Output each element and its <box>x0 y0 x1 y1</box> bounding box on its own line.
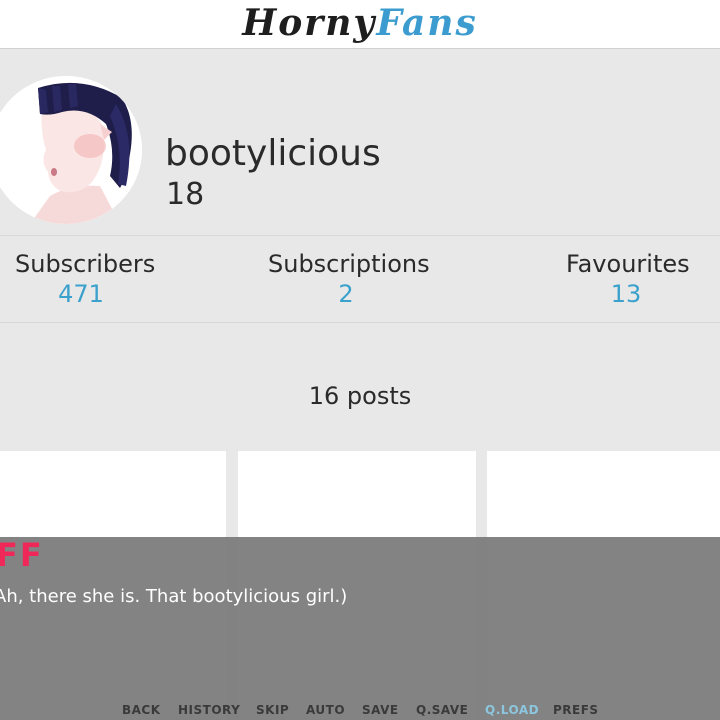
quick-menu-save[interactable]: SAVE <box>362 703 399 717</box>
stat-subscribers[interactable]: Subscribers 471 <box>15 250 156 308</box>
quick-menu-skip[interactable]: SKIP <box>256 703 289 717</box>
logo-part-2: Fans <box>376 2 478 44</box>
quick-menu-history[interactable]: HISTORY <box>178 703 240 717</box>
app-header: HornyFans <box>0 0 720 49</box>
profile-username: bootylicious <box>165 133 381 174</box>
speaker-name: FF <box>0 536 44 574</box>
stat-value: 13 <box>610 280 642 308</box>
stat-label: Favourites <box>566 250 690 278</box>
stat-label: Subscribers <box>15 250 156 278</box>
profile-avatar[interactable] <box>0 76 142 224</box>
stat-value: 2 <box>338 280 354 308</box>
avatar-portrait-icon <box>0 76 142 224</box>
quick-menu-qsave[interactable]: Q.SAVE <box>416 703 468 717</box>
profile-age: 18 <box>166 177 205 212</box>
dialogue-box[interactable]: FF Ah, there she is. That bootylicious g… <box>0 536 720 720</box>
quick-menu-prefs[interactable]: PREFS <box>553 703 599 717</box>
dialogue-text: Ah, there she is. That bootylicious girl… <box>0 586 348 607</box>
stat-label: Subscriptions <box>268 250 430 278</box>
quick-menu-qload[interactable]: Q.LOAD <box>485 703 539 717</box>
quick-menu: BACK HISTORY SKIP AUTO SAVE Q.SAVE Q.LOA… <box>0 703 720 720</box>
stat-favourites[interactable]: Favourites 13 <box>566 250 690 308</box>
profile-section: bootylicious 18 <box>0 49 720 236</box>
quick-menu-back[interactable]: BACK <box>122 703 161 717</box>
profile-stats: Subscribers 471 Subscriptions 2 Favourit… <box>0 236 720 323</box>
app-logo: HornyFans <box>0 2 720 44</box>
stat-value: 471 <box>58 280 104 308</box>
logo-part-1: Horny <box>242 2 377 44</box>
stat-subscriptions[interactable]: Subscriptions 2 <box>268 250 430 308</box>
quick-menu-auto[interactable]: AUTO <box>306 703 345 717</box>
posts-count: 16 posts <box>308 382 412 410</box>
